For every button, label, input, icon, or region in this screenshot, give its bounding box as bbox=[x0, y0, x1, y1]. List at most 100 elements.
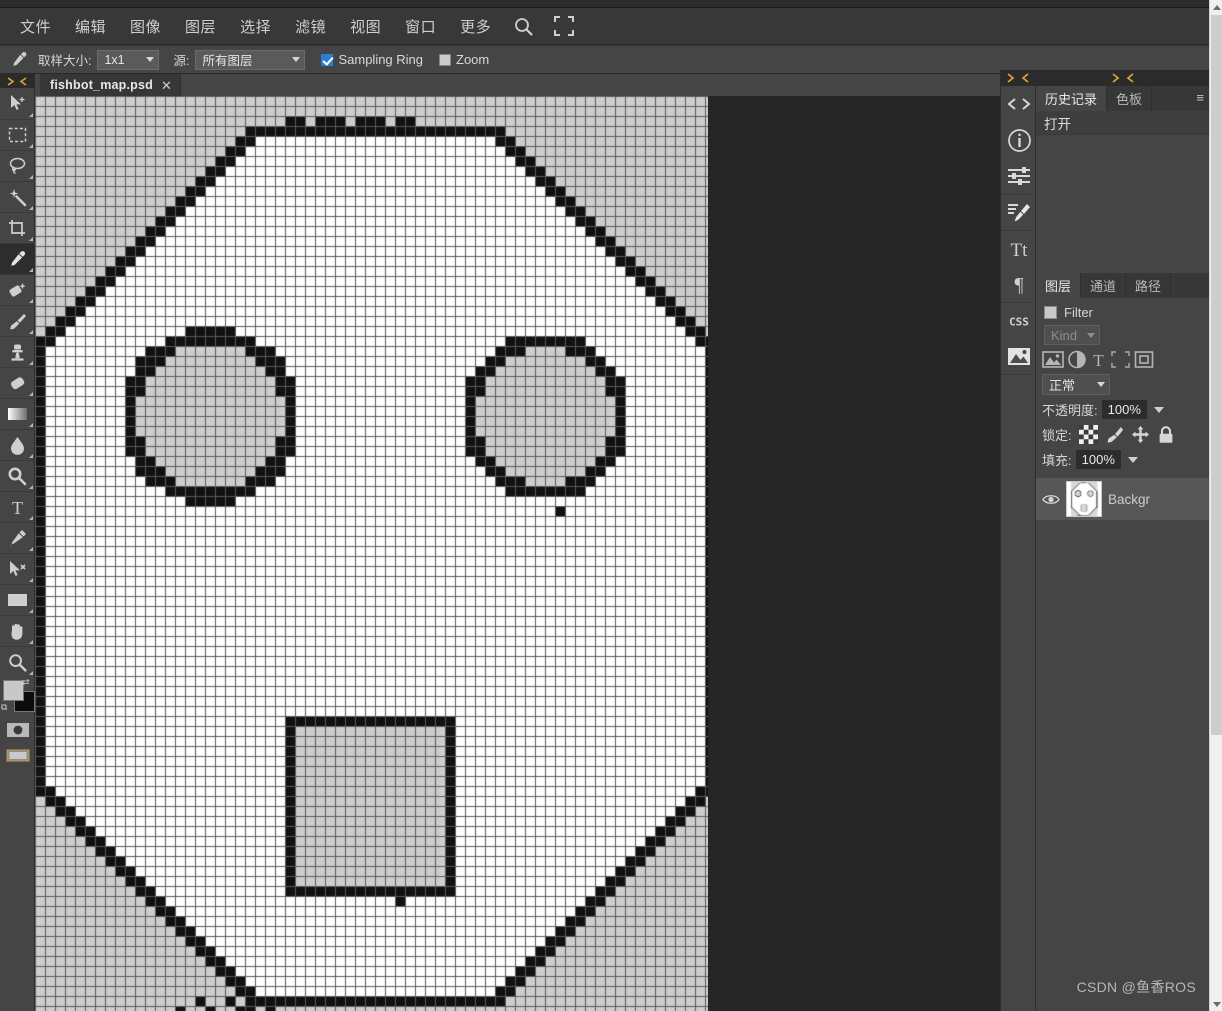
sampling-ring-checkbox[interactable] bbox=[321, 53, 334, 66]
tab-history[interactable]: 历史记录 bbox=[1036, 86, 1108, 111]
adjustment-layer-filter-icon[interactable] bbox=[1067, 350, 1087, 369]
lock-transparency-icon[interactable] bbox=[1078, 425, 1098, 444]
hand-tool[interactable] bbox=[0, 615, 35, 646]
panel-menu-icon[interactable]: ≡ bbox=[1196, 91, 1204, 104]
rail-collapse-handle[interactable] bbox=[1001, 70, 1035, 86]
type-layer-filter-icon[interactable]: T bbox=[1090, 350, 1107, 369]
opacity-slider-caret-icon[interactable] bbox=[1153, 406, 1164, 413]
crop-tool[interactable] bbox=[0, 212, 35, 243]
eyedropper-tool[interactable] bbox=[0, 243, 35, 274]
brush-tool[interactable] bbox=[0, 305, 35, 336]
adjustments-sliders-icon[interactable] bbox=[1001, 158, 1037, 194]
menu-window[interactable]: 窗口 bbox=[393, 12, 448, 41]
layer-kind-select[interactable]: Kind bbox=[1044, 325, 1100, 345]
menu-file[interactable]: 文件 bbox=[8, 12, 63, 41]
tab-swatches[interactable]: 色板 bbox=[1107, 86, 1153, 111]
chevron-down-icon bbox=[1087, 332, 1095, 338]
healing-brush-tool[interactable] bbox=[0, 274, 35, 305]
marquee-tool[interactable] bbox=[0, 119, 35, 150]
document-tab[interactable]: fishbot_map.psd ✕ bbox=[40, 74, 181, 96]
lock-image-pixels-icon[interactable] bbox=[1105, 425, 1124, 444]
tab-paths[interactable]: 路径 bbox=[1126, 273, 1172, 298]
zoom-checkbox-row[interactable]: Zoom bbox=[439, 52, 489, 67]
canvas-workspace[interactable] bbox=[35, 96, 1015, 1011]
sampling-ring-label: Sampling Ring bbox=[338, 52, 424, 67]
sampling-ring-checkbox-row[interactable]: Sampling Ring bbox=[321, 52, 423, 67]
menu-filter[interactable]: 滤镜 bbox=[283, 12, 338, 41]
opacity-value[interactable]: 100% bbox=[1101, 400, 1147, 419]
shape-tool[interactable] bbox=[0, 584, 35, 615]
layer-row-background[interactable]: Backgr bbox=[1036, 478, 1210, 520]
tab-layers[interactable]: 图层 bbox=[1036, 273, 1082, 298]
close-icon[interactable]: ✕ bbox=[161, 79, 172, 92]
path-selection-tool[interactable] bbox=[0, 553, 35, 584]
type-tool[interactable]: T bbox=[0, 491, 35, 522]
svg-text:CSS: CSS bbox=[1009, 315, 1029, 328]
source-select[interactable]: 所有图层 bbox=[195, 49, 306, 70]
character-tt-icon[interactable]: Tt bbox=[1001, 230, 1037, 266]
lock-position-icon[interactable] bbox=[1131, 425, 1150, 444]
clone-stamp-tool[interactable] bbox=[0, 336, 35, 367]
brush-properties-icon[interactable] bbox=[1001, 194, 1037, 230]
history-panel-tabs: 历史记录 色板 ≡ bbox=[1036, 86, 1210, 111]
pen-tool[interactable] bbox=[0, 522, 35, 553]
info-circle-icon[interactable] bbox=[1001, 122, 1037, 158]
layer-filter-row[interactable]: Filter bbox=[1036, 298, 1210, 323]
css-icon[interactable]: CSS bbox=[1001, 302, 1037, 338]
toolbar-collapse-handle[interactable] bbox=[0, 74, 34, 88]
history-entry-open[interactable]: 打开 bbox=[1036, 111, 1210, 135]
layer-thumbnail[interactable] bbox=[1066, 481, 1102, 517]
pixel-map-canvas[interactable] bbox=[35, 96, 708, 1011]
fill-slider-caret-icon[interactable] bbox=[1127, 456, 1138, 463]
menu-more[interactable]: 更多 bbox=[448, 12, 503, 41]
tab-channels[interactable]: 通道 bbox=[1081, 273, 1127, 298]
scroll-down-arrow-icon[interactable] bbox=[1210, 997, 1222, 1011]
layer-filter-label: Filter bbox=[1064, 305, 1093, 320]
eraser-tool[interactable] bbox=[0, 367, 35, 398]
menu-select[interactable]: 选择 bbox=[228, 12, 283, 41]
fullscreen-icon[interactable] bbox=[544, 12, 584, 40]
search-icon[interactable] bbox=[503, 12, 544, 41]
menu-image[interactable]: 图像 bbox=[118, 12, 173, 41]
occupancy-grid-image[interactable] bbox=[35, 96, 708, 1011]
blend-mode-select[interactable]: 正常 bbox=[1042, 374, 1110, 395]
image-icon[interactable] bbox=[1001, 338, 1037, 374]
blend-mode-row: 正常 bbox=[1036, 372, 1210, 397]
document-tab-bar: fishbot_map.psd ✕ bbox=[35, 74, 1015, 96]
panel-collapse-handle[interactable] bbox=[1036, 70, 1210, 86]
pixel-layer-filter-icon[interactable] bbox=[1042, 350, 1064, 369]
quick-mask-button[interactable] bbox=[0, 717, 35, 743]
page-scrollbar[interactable] bbox=[1209, 0, 1222, 1011]
foreground-color-swatch[interactable] bbox=[3, 680, 24, 701]
scroll-up-arrow-icon[interactable] bbox=[1210, 0, 1222, 14]
zoom-tool[interactable] bbox=[0, 646, 35, 677]
color-swatches[interactable]: ⇄ ⧉ bbox=[0, 677, 35, 717]
screen-mode-button[interactable] bbox=[0, 743, 35, 767]
sample-size-select[interactable]: 1x1 bbox=[97, 49, 160, 70]
menu-layer[interactable]: 图层 bbox=[173, 12, 228, 41]
lock-all-icon[interactable] bbox=[1157, 425, 1175, 444]
layer-thumbnail-image bbox=[1067, 482, 1101, 516]
code-brackets-icon[interactable] bbox=[1001, 86, 1037, 122]
zoom-checkbox[interactable] bbox=[439, 53, 452, 66]
sample-size-label: 取样大小: bbox=[38, 54, 92, 68]
smart-object-filter-icon[interactable] bbox=[1134, 350, 1154, 369]
menu-edit[interactable]: 编辑 bbox=[63, 12, 118, 41]
dodge-tool[interactable] bbox=[0, 460, 35, 491]
paragraph-pilcrow-icon[interactable]: ¶ bbox=[1001, 266, 1037, 302]
sample-size-value: 1x1 bbox=[104, 52, 125, 67]
menu-view[interactable]: 视图 bbox=[338, 12, 393, 41]
layer-filter-checkbox[interactable] bbox=[1044, 306, 1057, 319]
magic-wand-tool[interactable] bbox=[0, 181, 35, 212]
scrollbar-thumb[interactable] bbox=[1211, 15, 1222, 735]
lasso-tool[interactable] bbox=[0, 150, 35, 181]
default-colors-icon[interactable]: ⧉ bbox=[1, 702, 7, 713]
swap-colors-icon[interactable]: ⇄ bbox=[22, 677, 30, 688]
move-tool[interactable] bbox=[0, 88, 35, 119]
shape-layer-filter-icon[interactable] bbox=[1110, 350, 1131, 369]
document-tab-title: fishbot_map.psd bbox=[50, 78, 154, 92]
blur-tool[interactable] bbox=[0, 429, 35, 460]
layer-visibility-eye-icon[interactable] bbox=[1042, 493, 1060, 506]
fill-value[interactable]: 100% bbox=[1075, 450, 1121, 469]
gradient-tool[interactable] bbox=[0, 398, 35, 429]
